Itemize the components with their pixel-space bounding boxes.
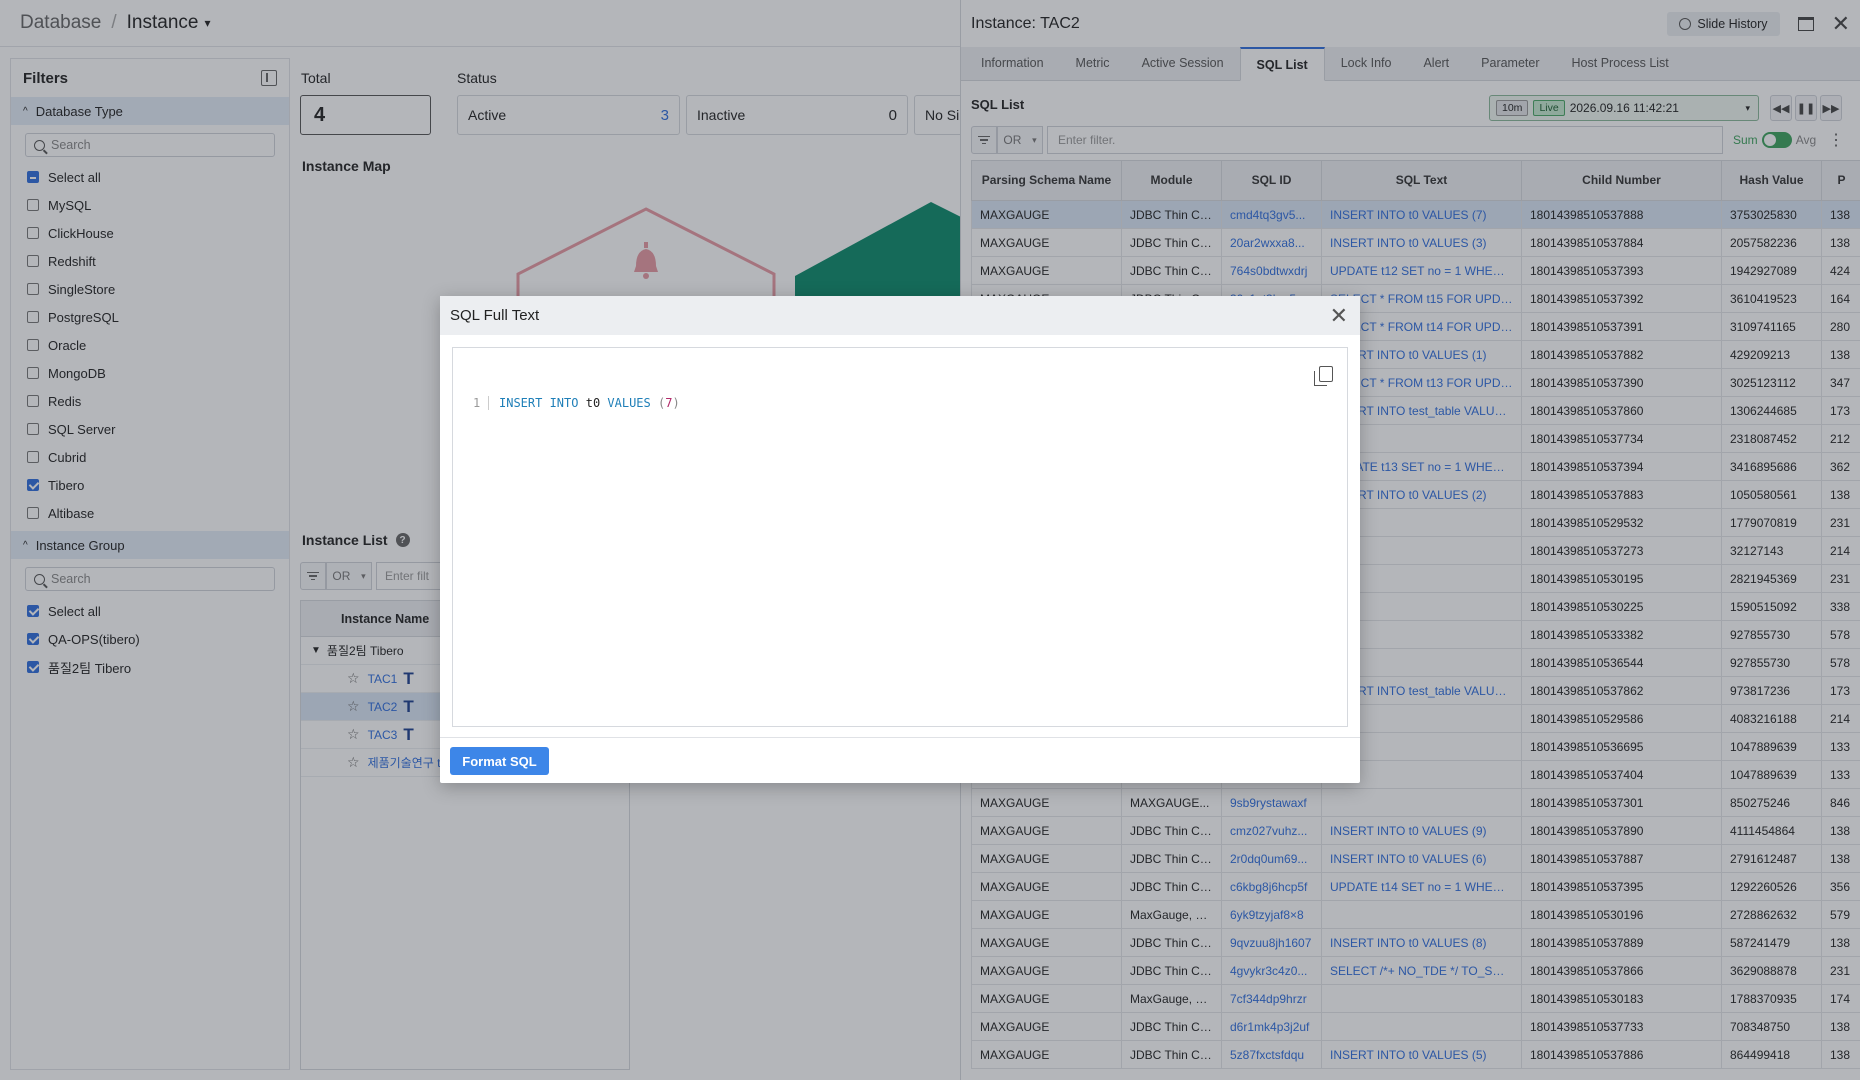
code-number: 7 <box>665 396 673 410</box>
code-line: 1 INSERT INTO t0 VALUES (7) <box>473 396 680 410</box>
sql-full-text-dialog: SQL Full Text ✕ 1 INSERT INTO t0 VALUES … <box>440 296 1360 783</box>
code-keyword: INSERT INTO <box>499 396 579 410</box>
dialog-header: SQL Full Text ✕ <box>440 296 1360 335</box>
code-paren: ( <box>658 396 666 410</box>
code-paren: ) <box>672 396 680 410</box>
line-number: 1 <box>473 396 489 410</box>
format-sql-button[interactable]: Format SQL <box>450 747 549 775</box>
copy-icon[interactable] <box>1314 366 1333 386</box>
code-table: t0 <box>585 396 601 410</box>
close-icon[interactable]: ✕ <box>1330 304 1348 327</box>
sql-code-editor[interactable]: 1 INSERT INTO t0 VALUES (7) <box>452 347 1348 727</box>
dialog-footer <box>440 737 1360 783</box>
code-keyword: VALUES <box>607 396 651 410</box>
dialog-title: SQL Full Text <box>450 307 540 324</box>
